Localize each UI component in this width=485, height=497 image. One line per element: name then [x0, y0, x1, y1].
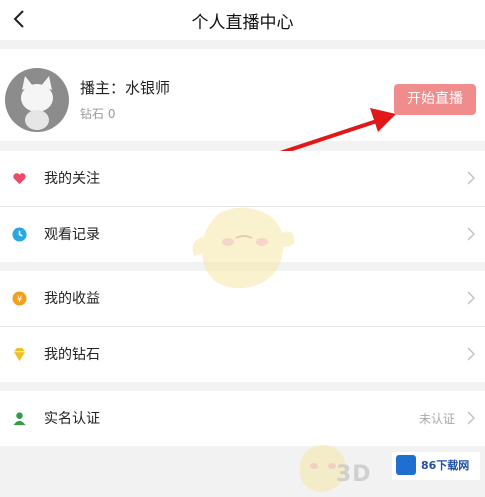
menu-item-diamonds[interactable]: 我的钻石 [0, 327, 485, 382]
person-icon [13, 412, 26, 426]
menu-section-3: 实名认证 未认证 [0, 391, 485, 446]
chevron-right-icon [467, 291, 475, 305]
watermark-site-text: 3D [336, 462, 372, 487]
heart-icon [13, 173, 26, 185]
chevron-right-icon [467, 347, 475, 361]
verify-status: 未认证 [418, 412, 455, 426]
menu-item-verify[interactable]: 实名认证 未认证 [0, 391, 485, 446]
menu-item-label: 我的钻石 [44, 347, 100, 363]
brand-text: 86下载网 [421, 459, 470, 472]
menu-item-label: 我的关注 [44, 171, 100, 187]
diamond-icon [13, 347, 26, 362]
host-name: 播主：水银师 [80, 79, 171, 97]
menu-item-label: 实名认证 [44, 411, 100, 427]
cat-avatar-icon [21, 76, 53, 130]
header-bar: 个人直播中心 [0, 0, 485, 40]
chevron-right-icon [467, 411, 475, 425]
avatar[interactable] [5, 68, 69, 132]
svg-text:¥: ¥ [17, 294, 23, 304]
chevron-right-icon [467, 227, 475, 241]
brand-logo-icon [396, 455, 416, 475]
page-title: 个人直播中心 [191, 13, 294, 33]
menu-item-follows[interactable]: 我的关注 [0, 151, 485, 207]
watermark-brand: 86下载网 [392, 452, 480, 480]
diamond-count: 钻石 0 [80, 107, 116, 121]
profile-card: 播主：水银师 钻石 0 开始直播 [0, 49, 485, 141]
menu-item-label: 我的收益 [44, 291, 100, 307]
menu-item-label: 观看记录 [44, 227, 100, 243]
coin-icon: ¥ [12, 291, 27, 306]
watermark-mascot-icon [192, 207, 295, 289]
clock-icon [12, 227, 27, 242]
chevron-right-icon [467, 171, 475, 185]
